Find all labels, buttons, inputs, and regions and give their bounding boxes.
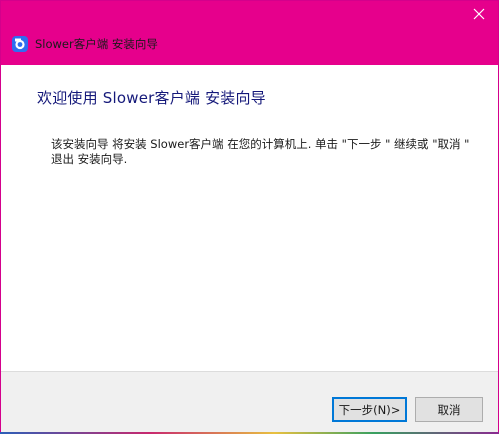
window-title: Slower客户端 安装向导 <box>35 37 158 51</box>
button-bar: 下一步(N)> 取消 <box>1 372 498 433</box>
welcome-panel: 欢迎使用 Slower客户端 安装向导 该安装向导 将安装 Slower客户端 … <box>1 65 498 371</box>
page-title: 欢迎使用 Slower客户端 安装向导 <box>37 89 266 107</box>
next-button[interactable]: 下一步(N)> <box>332 397 407 422</box>
close-icon <box>473 8 485 20</box>
installer-window: Slower客户端 安装向导 欢迎使用 Slower客户端 安装向导 该安装向导… <box>0 0 499 434</box>
welcome-description: 该安装向导 将安装 Slower客户端 在您的计算机上. 单击 "下一步 " 继… <box>51 137 470 166</box>
slower-app-icon <box>12 36 28 52</box>
title-bar[interactable]: Slower客户端 安装向导 <box>1 1 498 65</box>
cancel-button[interactable]: 取消 <box>415 397 483 422</box>
close-button[interactable] <box>466 3 492 25</box>
